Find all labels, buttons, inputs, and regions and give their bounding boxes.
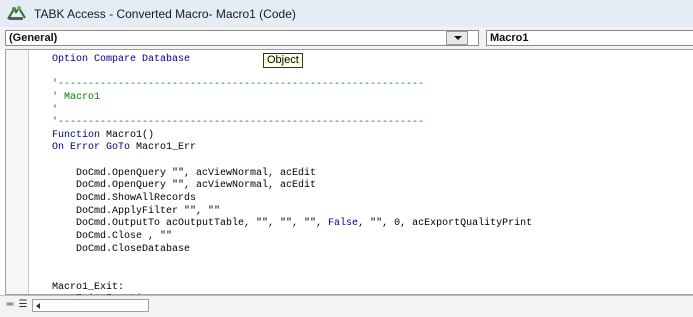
code-line[interactable] (52, 155, 532, 168)
code-line[interactable]: DoCmd.OutputTo acOutputTable, "", "", ""… (52, 218, 532, 231)
code-line[interactable]: '---------------------------------------… (52, 117, 532, 130)
code-token: Function (52, 129, 107, 141)
code-token: On Error GoTo (52, 142, 137, 154)
procedure-view-icon[interactable]: ═ (4, 299, 16, 311)
object-combo-value: (General) (9, 32, 58, 44)
code-line[interactable]: DoCmd.ApplyFilter "", "" (52, 206, 532, 219)
code-editor[interactable]: Option Compare Database '----------------… (5, 49, 693, 305)
code-token: '---------------------------------------… (52, 79, 425, 91)
window-title: TABK Access - Converted Macro- Macro1 (C… (34, 6, 296, 21)
code-line[interactable] (52, 269, 532, 282)
code-token: DoCmd.OutputTo acOutputTable, "", "", ""… (52, 218, 329, 230)
code-token: ' Macro1 (52, 91, 101, 103)
code-line[interactable] (52, 67, 532, 80)
code-line[interactable] (52, 256, 532, 269)
code-line[interactable]: DoCmd.OpenQuery "", acViewNormal, acEdit (52, 180, 532, 193)
code-token: DoCmd.ShowAllRecords (52, 193, 197, 205)
full-module-view-icon[interactable]: ☰ (17, 299, 29, 311)
code-token: DoCmd.ApplyFilter "", "" (52, 205, 221, 217)
code-line[interactable]: On Error GoTo Macro1_Err (52, 142, 532, 155)
horizontal-scrollbar[interactable] (32, 299, 149, 312)
chevron-down-icon[interactable] (446, 31, 468, 45)
code-token: '---------------------------------------… (52, 117, 425, 129)
object-combo[interactable]: (General) (5, 30, 479, 46)
code-token: ' (52, 104, 59, 116)
access-icon (7, 5, 26, 20)
procedure-combo-value: Macro1 (490, 32, 529, 44)
code-line[interactable]: Function Macro1() (52, 130, 532, 143)
code-line[interactable]: DoCmd.OpenQuery "", acViewNormal, acEdit (52, 168, 532, 181)
procedure-combo[interactable]: Macro1 (486, 30, 693, 46)
code-line[interactable]: ' (52, 105, 532, 118)
margin-indicator-bar[interactable] (6, 50, 29, 294)
scroll-left-icon[interactable] (36, 303, 40, 309)
code-token: Macro1() (106, 129, 155, 141)
code-token: Option Compare Database (52, 54, 191, 65)
status-bar: ═ ☰ (0, 295, 693, 317)
code-line[interactable]: DoCmd.CloseDatabase (52, 244, 532, 257)
code-token: Macro1_Exit: (52, 281, 125, 293)
tooltip-text: Object (267, 54, 299, 66)
code-toolbar: (General) Macro1 (0, 27, 693, 49)
code-token: DoCmd.OpenQuery "", acViewNormal, acEdit (52, 180, 317, 192)
code-token: , "", 0, acExportQualityPrint (358, 218, 533, 230)
code-line[interactable]: DoCmd.Close , "" (52, 231, 532, 244)
code-line[interactable]: DoCmd.ShowAllRecords (52, 193, 532, 206)
title-bar: TABK Access - Converted Macro- Macro1 (C… (0, 0, 693, 27)
code-token: Macro1_Err (136, 142, 197, 154)
code-token: DoCmd.Close , "" (52, 230, 173, 242)
object-tooltip: Object (263, 53, 303, 68)
code-window: TABK Access - Converted Macro- Macro1 (C… (0, 0, 693, 317)
code-token: False (328, 218, 359, 230)
code-token: DoCmd.CloseDatabase (52, 243, 191, 255)
code-token: DoCmd.OpenQuery "", acViewNormal, acEdit (52, 167, 317, 179)
code-line[interactable]: '---------------------------------------… (52, 79, 532, 92)
code-line[interactable]: Macro1_Exit: (52, 282, 532, 295)
code-line[interactable]: ' Macro1 (52, 92, 532, 105)
code-text[interactable]: Option Compare Database '----------------… (52, 54, 532, 307)
